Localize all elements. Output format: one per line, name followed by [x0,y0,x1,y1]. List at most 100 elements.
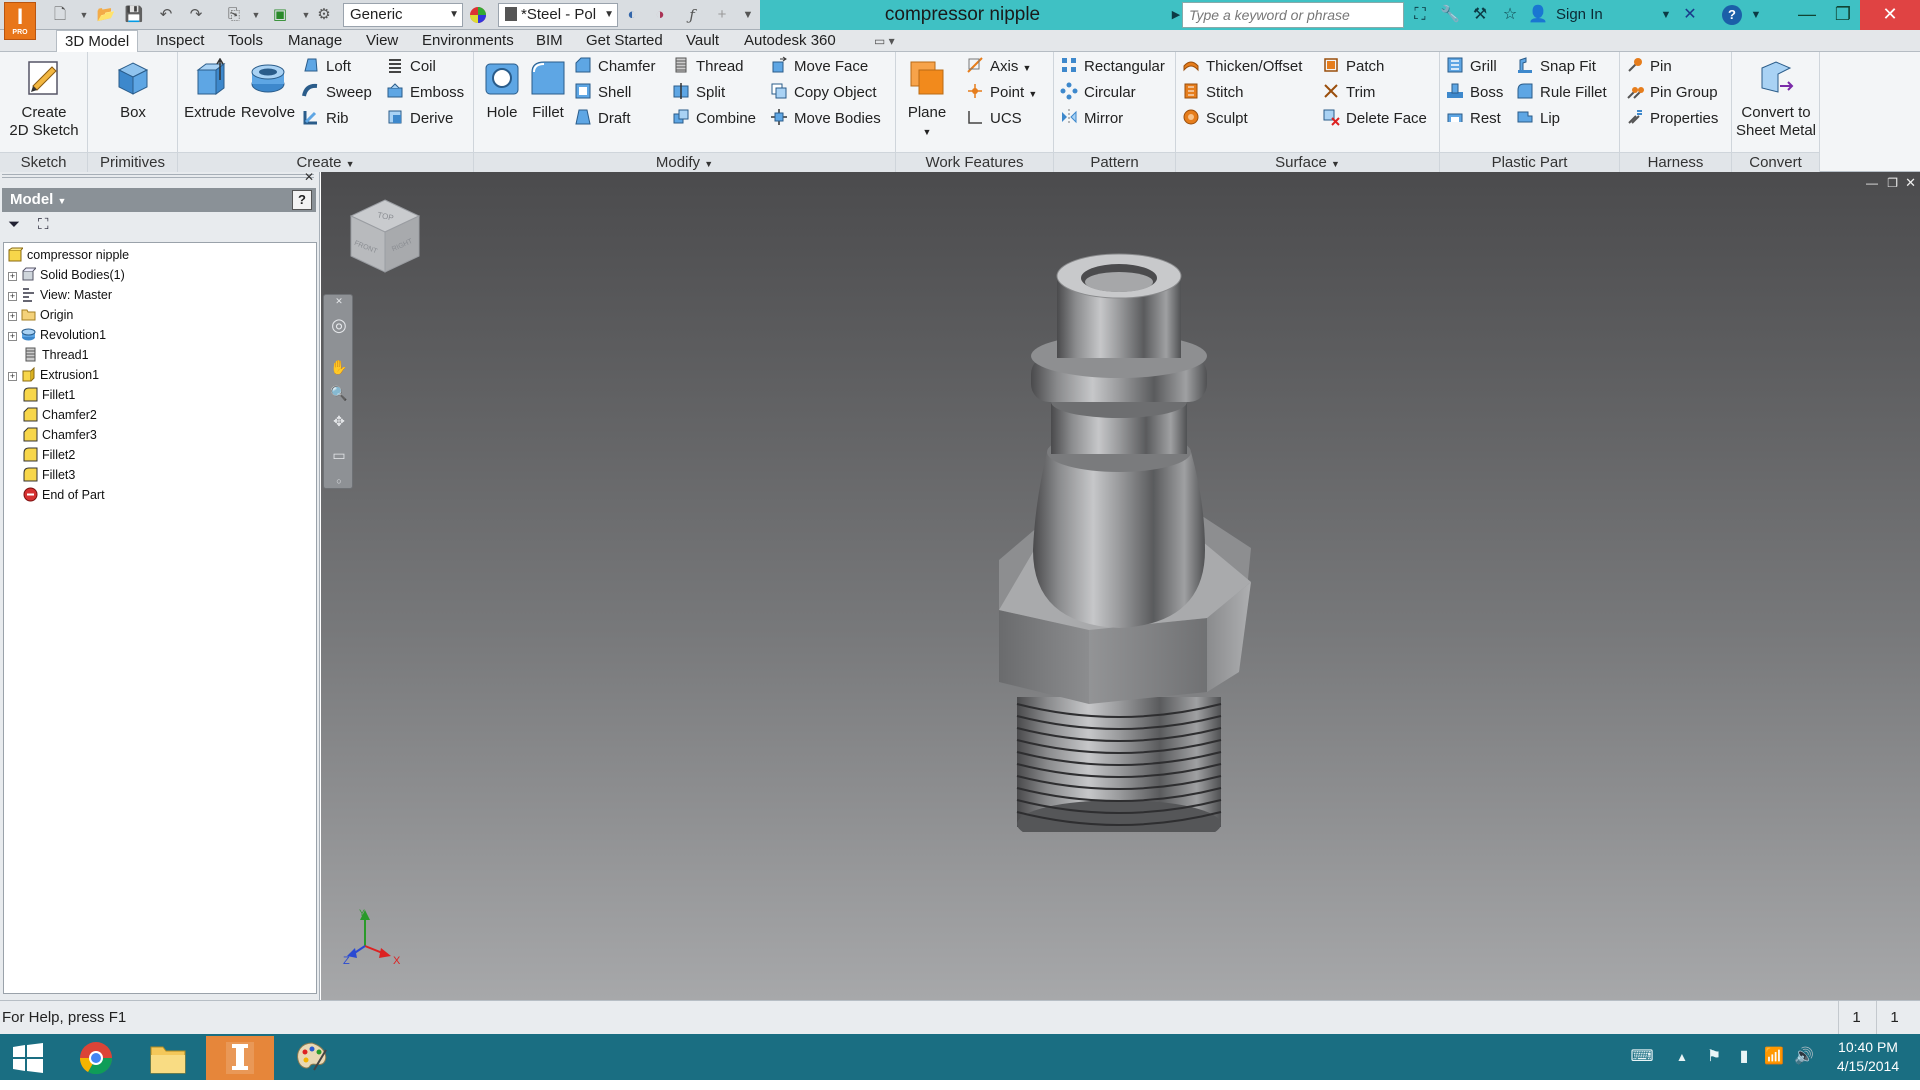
viewport-minimize-icon[interactable]: — [1866,176,1878,190]
network-signal-icon[interactable]: 📶 [1760,1034,1788,1080]
start-button[interactable] [0,1036,56,1080]
draft-button[interactable]: Draft [574,108,631,130]
browser-header[interactable]: Model ▼ ? [2,188,316,212]
derive-button[interactable]: Derive [386,108,453,130]
rib-button[interactable]: Rib [302,108,349,130]
color-wheel-icon[interactable] [468,5,488,25]
touch-keyboard-icon[interactable]: ⌨ [1620,1034,1664,1080]
mirror-button[interactable]: Mirror [1060,108,1123,130]
new-file-icon[interactable]: 🗋 [50,5,70,25]
customize-dropdown-icon[interactable]: ▼ [738,5,758,25]
create-2d-sketch-button[interactable]: Create 2D Sketch [4,58,84,140]
extrude-button[interactable]: Extrude [182,58,238,122]
panel-label-surface[interactable]: Surface ▼ [1176,152,1439,172]
battery-icon[interactable]: ▮ [1730,1034,1758,1080]
search-input[interactable]: Type a keyword or phrase [1182,2,1404,28]
split-button[interactable]: Split [672,82,725,104]
harness-properties-button[interactable]: Properties [1626,108,1718,130]
update-icon[interactable]: ▣ [270,5,290,25]
box-button[interactable]: Box [100,58,166,122]
taskbar-file-explorer[interactable] [134,1036,202,1080]
tree-node[interactable]: + Solid Bodies(1) [8,265,125,285]
tab-get-started[interactable]: Get Started [578,30,671,52]
tab-manage[interactable]: Manage [280,30,350,52]
sign-in-link[interactable]: Sign In [1556,0,1603,30]
tab-environments[interactable]: Environments [414,30,522,52]
tree-node[interactable]: Fillet2 [23,445,75,465]
appearance-select[interactable]: *Steel - Pol ▼ [498,3,618,27]
panel-label-modify[interactable]: Modify ▼ [474,152,895,172]
pin-group-button[interactable]: Pin Group [1626,82,1718,104]
circular-pattern-button[interactable]: Circular [1060,82,1136,104]
browser-help-icon[interactable]: ? [292,190,312,210]
sign-in-dropdown-icon[interactable]: ▼ [1656,5,1676,25]
help-dropdown-icon[interactable]: ▼ [1746,5,1766,25]
taskbar-chrome[interactable] [62,1036,130,1080]
clear-appearance-icon[interactable]: ◑ [650,5,670,25]
taskbar-inventor[interactable] [206,1036,274,1080]
return-icon[interactable]: ⎘ [224,5,244,25]
sculpt-button[interactable]: Sculpt [1182,108,1248,130]
viewport-restore-icon[interactable]: ❐ [1887,176,1898,190]
plane-button[interactable]: Plane ▼ [902,58,952,141]
look-at-icon[interactable]: ▭ [329,445,349,465]
orbit-icon[interactable]: ✥ [329,411,349,431]
user-icon[interactable]: 👤 [1528,5,1548,25]
tab-3d-model[interactable]: 3D Model [56,30,139,53]
hole-button[interactable]: Hole [480,58,524,122]
boss-button[interactable]: Boss [1446,82,1503,104]
taskbar-paint[interactable] [278,1036,346,1080]
tree-node[interactable]: + Extrusion1 [8,365,99,385]
move-bodies-button[interactable]: Move Bodies [770,108,881,130]
convert-to-sheet-metal-button[interactable]: Convert to Sheet Metal [1734,58,1818,140]
compressor-nipple-model[interactable] [961,252,1301,832]
viewcube[interactable]: TOP FRONT RIGHT [345,194,425,278]
tab-autodesk-360[interactable]: Autodesk 360 [736,30,844,52]
add-icon[interactable]: + [712,5,732,25]
tree-node[interactable]: Thread1 [23,345,89,365]
combine-button[interactable]: Combine [672,108,756,130]
thread-button[interactable]: Thread [672,56,744,78]
steering-wheel-icon[interactable]: ◎ [329,315,349,335]
expand-icon[interactable]: + [8,312,17,321]
zoom-icon[interactable]: 🔍 [329,383,349,403]
expand-icon[interactable]: + [8,372,17,381]
open-icon[interactable]: 📂 [96,5,116,25]
tree-node[interactable]: Fillet3 [23,465,75,485]
subscription-icon[interactable]: 🔧 [1440,5,1460,25]
stitch-button[interactable]: Stitch [1182,82,1244,104]
inventor-app-logo[interactable]: I PRO [4,2,36,40]
loft-button[interactable]: Loft [302,56,351,78]
lip-button[interactable]: Lip [1516,108,1560,130]
taskbar-clock[interactable]: 10:40 PM 4/15/2014 [1820,1038,1916,1076]
trim-button[interactable]: Trim [1322,82,1375,104]
tab-vault[interactable]: Vault [678,30,727,52]
axis-button[interactable]: Axis ▼ [966,56,1031,78]
volume-icon[interactable]: 🔊 [1790,1034,1818,1080]
shell-button[interactable]: Shell [574,82,631,104]
rectangular-pattern-button[interactable]: Rectangular [1060,56,1165,78]
minimize-button[interactable]: — [1788,0,1826,30]
filter-icon[interactable]: ⏷ [8,216,20,233]
close-button[interactable]: ✕ [1860,0,1920,30]
tab-bim[interactable]: BIM [528,30,571,52]
find-binoculars-icon[interactable]: ⛶ [38,216,49,233]
coil-button[interactable]: Coil [386,56,436,78]
adjust-icon[interactable]: ◐ [622,5,642,25]
exchange-apps-icon[interactable]: ✕ [1680,5,1700,25]
copy-object-button[interactable]: Copy Object [770,82,877,104]
viewport-close-icon[interactable]: ✕ [1905,175,1916,191]
chamfer-button[interactable]: Chamfer [574,56,656,78]
sweep-button[interactable]: Sweep [302,82,372,104]
point-button[interactable]: Point ▼ [966,82,1037,104]
rule-fillet-button[interactable]: Rule Fillet [1516,82,1607,104]
material-select[interactable]: Generic ▼ [343,3,463,27]
snap-fit-button[interactable]: Snap Fit [1516,56,1596,78]
emboss-button[interactable]: Emboss [386,82,464,104]
fillet-button[interactable]: Fillet [526,58,570,122]
tree-node[interactable]: + View: Master [8,285,112,305]
tree-node-root[interactable]: compressor nipple [8,245,129,265]
update-dropdown-icon[interactable]: ▼ [296,5,316,25]
rest-button[interactable]: Rest [1446,108,1501,130]
ucs-button[interactable]: UCS [966,108,1022,130]
